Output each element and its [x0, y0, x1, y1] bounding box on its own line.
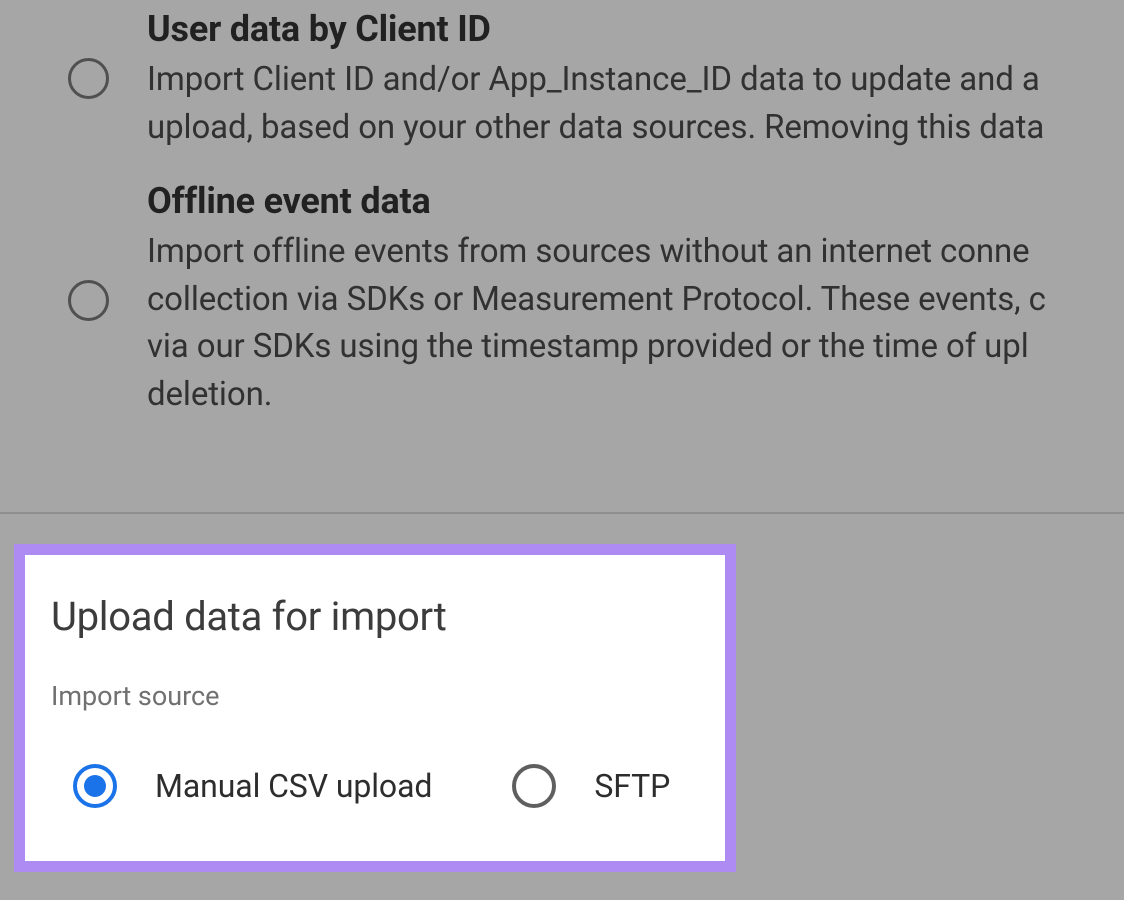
option-desc-line: Import offline events from sources witho… [147, 228, 1046, 276]
option-title: User data by Client ID [147, 8, 1044, 50]
section-divider [0, 512, 1124, 514]
radio-inner-dot-icon [84, 775, 106, 797]
option-desc-line: upload, based on your other data sources… [147, 104, 1044, 152]
data-type-section: User data by Client ID Import Client ID … [0, 0, 1124, 512]
radio-icon[interactable] [512, 764, 556, 808]
option-manual-csv-upload[interactable]: Manual CSV upload [51, 764, 432, 808]
option-user-data-client-id[interactable]: User data by Client ID Import Client ID … [68, 0, 1124, 152]
option-text-block: User data by Client ID Import Client ID … [147, 8, 1044, 152]
import-source-row: Manual CSV upload SFTP [51, 764, 699, 808]
option-offline-event-data[interactable]: Offline event data Import offline events… [68, 180, 1124, 419]
option-desc-line: deletion. [147, 371, 1046, 419]
upload-data-card: Upload data for import Import source Man… [14, 544, 736, 872]
option-desc-line: via our SDKs using the timestamp provide… [147, 323, 1046, 371]
radio-selected-icon[interactable] [73, 764, 117, 808]
import-source-label: Import source [51, 680, 699, 712]
option-text-block: Offline event data Import offline events… [147, 180, 1046, 419]
option-title: Offline event data [147, 180, 1046, 222]
option-sftp[interactable]: SFTP [512, 764, 670, 808]
option-label: SFTP [594, 767, 670, 805]
option-label: Manual CSV upload [155, 767, 432, 805]
radio-icon[interactable] [68, 58, 109, 99]
radio-icon[interactable] [68, 280, 109, 321]
card-title: Upload data for import [51, 593, 699, 640]
option-desc-line: Import Client ID and/or App_Instance_ID … [147, 56, 1044, 104]
option-desc-line: collection via SDKs or Measurement Proto… [147, 276, 1046, 324]
